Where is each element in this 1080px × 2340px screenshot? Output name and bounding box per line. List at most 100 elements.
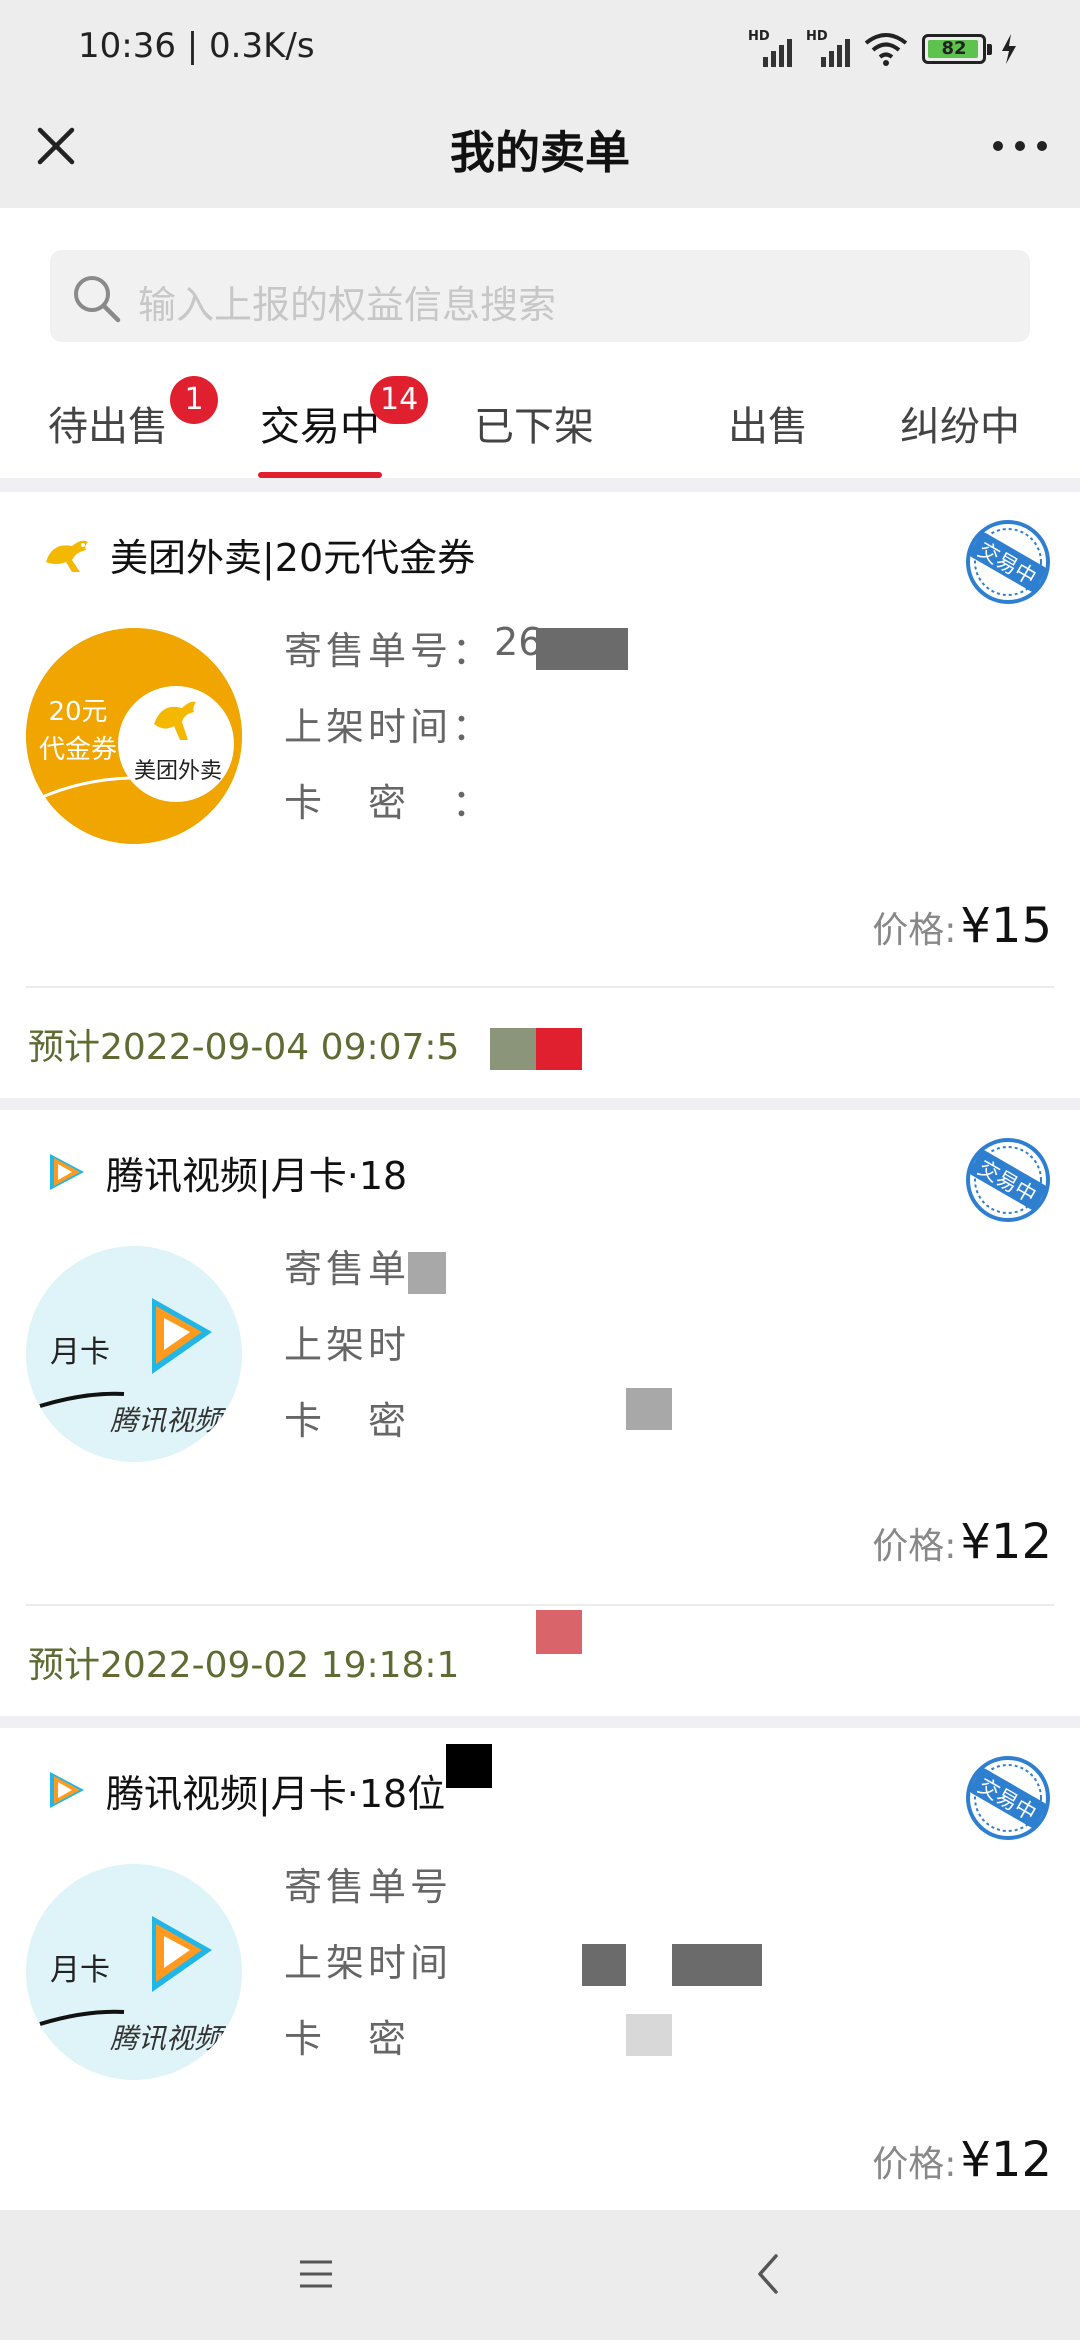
card-secret-row: 卡 密 ： <box>284 772 542 848</box>
price: 价格: ¥12 <box>872 2132 1052 2188</box>
listing-time-label: 上架时间： <box>284 705 495 749</box>
search-icon <box>74 276 121 323</box>
tencent-video-card-image: 月卡 腾讯视频 <box>26 1246 242 1462</box>
redaction <box>690 386 726 456</box>
battery-icon: 82 <box>922 34 992 64</box>
order-card[interactable]: 腾讯视频|月卡·18位 交易中 月卡 腾讯视频 寄售单号 上架时间 卡 密 价格… <box>0 1728 1080 2210</box>
redaction <box>626 1388 672 1430</box>
status-bar: 10:36 | 0.3K/s HD HD 82 <box>0 0 1080 92</box>
tab-dispute[interactable]: 纠纷中 <box>900 394 1020 454</box>
card-header: 腾讯视频|月卡·18 <box>42 1142 407 1202</box>
back-icon[interactable] <box>752 2252 784 2296</box>
card-secret-row: 卡 密 <box>284 1390 410 1466</box>
card-header: 腾讯视频|月卡·18位 <box>42 1760 445 1820</box>
redaction <box>672 1944 762 1986</box>
eta-text: 预计2022-09-02 19:18:1 <box>28 1645 460 1686</box>
tencent-video-icon <box>50 1772 84 1808</box>
tencent-video-card-image: 月卡 腾讯视频 <box>26 1864 242 2080</box>
order-card[interactable]: 美团外卖|20元代金券 交易中 20元 代金券 美团外卖 寄售单号： 26 上架… <box>0 492 1080 1098</box>
product-thumbnail: 月卡 腾讯视频 <box>26 1246 242 1462</box>
product-thumbnail: 20元 代金券 美团外卖 <box>26 628 242 844</box>
card-header: 美团外卖|20元代金券 <box>42 524 475 584</box>
order-number-label: 寄售单号 <box>284 1865 453 1909</box>
count-badge: 14 <box>370 376 429 424</box>
thumb-brand: 美团外卖 <box>134 759 222 784</box>
product-title: 腾讯视频|月卡·18位 <box>106 1771 446 1816</box>
thumb-brand: 腾讯视频 <box>110 2022 227 2055</box>
product-title: 美团外卖|20元代金券 <box>110 535 476 580</box>
price-value: ¥12 <box>960 1514 1052 1570</box>
tencent-video-icon <box>50 1154 84 1190</box>
count-badge: 1 <box>170 376 218 424</box>
page-title: 我的卖单 <box>449 126 630 179</box>
price: 价格: ¥15 <box>872 898 1052 954</box>
order-card[interactable]: 腾讯视频|月卡·18 交易中 月卡 腾讯视频 寄售单 上架时 卡 密 价格: ¥… <box>0 1110 1080 1716</box>
product-title: 腾讯视频|月卡·18 <box>106 1153 408 1198</box>
thumb-line-2: 代金券 <box>39 735 117 765</box>
redaction <box>626 2014 672 2056</box>
listing-time-label: 上架时 <box>284 1323 411 1367</box>
more-icon[interactable] <box>988 124 1052 168</box>
listing-time-label: 上架时间 <box>284 1941 453 1985</box>
redaction <box>536 1028 582 1070</box>
trading-stamp: 交易中 <box>966 520 1050 604</box>
trading-stamp: 交易中 <box>966 1756 1050 1840</box>
order-details: 寄售单 上架时 卡 密 <box>284 1238 410 1466</box>
order-number-row: 寄售单 <box>284 1238 410 1314</box>
thumb-line-1: 月卡 <box>50 1335 110 1370</box>
menu-icon[interactable] <box>298 2256 334 2292</box>
divider <box>26 986 1054 988</box>
wifi-icon <box>864 33 908 66</box>
card-secret-label: 卡 密 <box>284 2017 411 2061</box>
card-secret-label: 卡 密 ： <box>284 781 495 825</box>
tab-label: 纠纷中 <box>900 404 1020 450</box>
listing-time-row: 上架时间： <box>284 696 542 772</box>
order-details: 寄售单号 上架时间 卡 密 <box>284 1856 452 2084</box>
redaction <box>446 1744 492 1788</box>
price: 价格: ¥12 <box>872 1514 1052 1570</box>
search-placeholder: 输入上报的权益信息搜索 <box>138 283 557 327</box>
order-tabs: 待出售 1 交易中 14 已下架 已出售 纠纷中 <box>0 350 1080 478</box>
price-value: ¥15 <box>960 898 1052 954</box>
redaction <box>536 628 628 670</box>
price-label: 价格: <box>872 1526 957 1567</box>
cell-signal-icon: HD <box>748 29 792 69</box>
thumb-line-1: 月卡 <box>50 1953 110 1988</box>
card-secret-row: 卡 密 <box>284 2008 452 2084</box>
thumb-brand: 腾讯视频 <box>110 1404 227 1437</box>
search-input[interactable]: 输入上报的权益信息搜索 <box>50 250 1030 342</box>
redaction <box>490 1028 536 1070</box>
listing-time-row: 上架时 <box>284 1314 410 1390</box>
redaction <box>536 1610 582 1654</box>
thumb-line-1: 20元 <box>48 697 107 727</box>
card-secret-label: 卡 密 <box>284 1399 411 1443</box>
order-number-label: 寄售单号： <box>284 629 495 673</box>
active-tab-indicator <box>258 472 382 478</box>
redaction <box>408 1252 446 1294</box>
battery-level: 82 <box>941 38 967 59</box>
tab-delisted[interactable]: 已下架 <box>474 394 594 454</box>
product-thumbnail: 月卡 腾讯视频 <box>26 1864 242 2080</box>
price-value: ¥12 <box>960 2132 1052 2188</box>
tab-trading[interactable]: 交易中 14 <box>260 376 429 454</box>
order-number-label: 寄售单 <box>284 1247 411 1291</box>
tab-label: 交易中 <box>260 404 380 450</box>
order-number-row: 寄售单号： 26 <box>284 620 542 696</box>
divider <box>26 1604 1054 1606</box>
cell-signal-icon-2: HD <box>806 29 850 69</box>
order-details: 寄售单号： 26 上架时间： 卡 密 ： <box>284 620 542 848</box>
tab-label: 已下架 <box>474 404 594 450</box>
eta-text: 预计2022-09-04 09:07:5 <box>28 1027 460 1068</box>
meituan-kangaroo-icon <box>46 540 88 572</box>
redaction <box>582 1944 626 1986</box>
trading-stamp: 交易中 <box>966 1138 1050 1222</box>
charging-icon <box>1002 34 1016 64</box>
search-section: 输入上报的权益信息搜索 <box>0 208 1080 350</box>
meituan-coupon-image: 20元 代金券 美团外卖 <box>26 628 242 844</box>
system-nav-bar <box>0 2210 1080 2340</box>
nav-bar: 我的卖单 <box>0 92 1080 208</box>
price-label: 价格: <box>872 910 957 951</box>
price-label: 价格: <box>872 2144 957 2185</box>
order-number-row: 寄售单号 <box>284 1856 452 1932</box>
tab-pending-sale[interactable]: 待出售 1 <box>48 376 218 454</box>
